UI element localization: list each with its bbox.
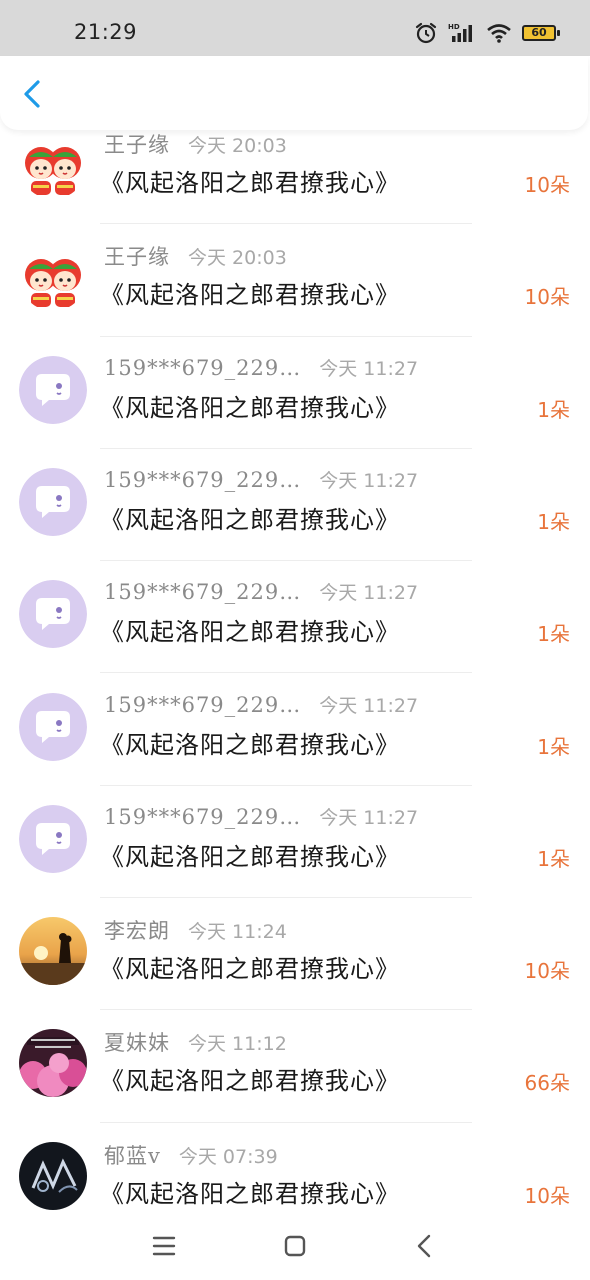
row-meta: 王子缘 今天 20:03 (104, 129, 287, 159)
user-name[interactable]: 王子缘 (104, 129, 170, 159)
home-icon[interactable] (277, 1228, 313, 1264)
gift-amount: 10朵 (524, 173, 570, 197)
avatar[interactable] (19, 355, 87, 424)
svg-text:HD: HD (448, 23, 460, 31)
timestamp: 今天 11:27 (319, 357, 419, 380)
book-title[interactable]: 《风起洛阳之郎君撩我心》 (100, 275, 400, 310)
timestamp: 今天 11:24 (188, 921, 287, 944)
user-name[interactable]: 夏妹妹 (104, 1027, 170, 1057)
row-meta: 李宏朗 今天 11:24 (104, 915, 287, 945)
hd-signal-icon: HD (448, 23, 472, 42)
avatar[interactable] (19, 467, 87, 536)
bottom-nav (0, 1210, 590, 1280)
book-title[interactable]: 《风起洛阳之郎君撩我心》 (100, 388, 400, 423)
book-title[interactable]: 《风起洛阳之郎君撩我心》 (100, 612, 400, 647)
avatar[interactable] (19, 917, 87, 986)
book-title[interactable]: 《风起洛阳之郎君撩我心》 (100, 837, 400, 872)
book-title[interactable]: 《风起洛阳之郎君撩我心》 (100, 500, 400, 535)
battery-icon: 60 (522, 25, 560, 41)
timestamp: 今天 11:27 (319, 469, 419, 492)
user-name[interactable]: 159***679_229… (104, 805, 301, 829)
row-meta: 159***679_229… 今天 11:27 (104, 578, 418, 605)
avatar[interactable] (19, 804, 87, 873)
gift-amount: 1朵 (537, 509, 570, 534)
user-name[interactable]: 159***679_229… (104, 468, 301, 492)
gift-amount: 1朵 (537, 397, 570, 422)
list-item[interactable]: 159***679_229… 今天 11:27 《风起洛阳之郎君撩我心》 1朵 (0, 561, 590, 674)
book-title[interactable]: 《风起洛阳之郎君撩我心》 (100, 1061, 400, 1096)
status-bar: 21:29 HD 60 (0, 0, 590, 56)
app-root: 21:29 HD 60 王子缘 今天 20:03 《风起洛阳之郎君撩我心》 10… (0, 0, 590, 1280)
top-header (0, 56, 588, 130)
gift-amount: 10朵 (524, 959, 570, 984)
gift-amount: 10朵 (524, 1183, 570, 1208)
gift-amount: 1朵 (537, 846, 570, 871)
user-name[interactable]: 郁蓝v (104, 1140, 161, 1170)
list-item[interactable]: 李宏朗 今天 11:24 《风起洛阳之郎君撩我心》 10朵 (0, 898, 590, 1011)
timestamp: 今天 07:39 (178, 1145, 278, 1168)
avatar[interactable] (19, 131, 87, 199)
list-item[interactable]: 159***679_229… 今天 11:27 《风起洛阳之郎君撩我心》 1朵 (0, 449, 590, 562)
menu-icon[interactable] (146, 1228, 182, 1264)
row-meta: 159***679_229… 今天 11:27 (104, 466, 418, 493)
row-meta: 159***679_229… 今天 11:27 (104, 691, 418, 718)
list-item[interactable]: 159***679_229… 今天 11:27 《风起洛阳之郎君撩我心》 1朵 (0, 674, 590, 786)
avatar[interactable] (19, 243, 87, 312)
gift-amount: 1朵 (537, 734, 570, 759)
timestamp: 今天 20:03 (188, 247, 287, 270)
user-name[interactable]: 159***679_229… (104, 693, 301, 717)
chevron-left-icon[interactable] (14, 74, 54, 114)
user-name[interactable]: 李宏朗 (104, 915, 170, 945)
timestamp: 今天 11:12 (188, 1033, 287, 1056)
list-item[interactable]: 王子缘 今天 20:03 《风起洛阳之郎君撩我心》 10朵 (0, 224, 590, 337)
row-meta: 夏妹妹 今天 11:12 (104, 1027, 287, 1057)
status-time: 21:29 (74, 20, 138, 44)
gift-amount: 10朵 (524, 285, 570, 310)
back-icon[interactable] (408, 1228, 444, 1264)
book-title[interactable]: 《风起洛阳之郎君撩我心》 (100, 949, 400, 984)
row-meta: 159***679_229… 今天 11:27 (104, 803, 418, 830)
row-meta: 159***679_229… 今天 11:27 (104, 354, 418, 381)
timestamp: 今天 11:27 (319, 582, 419, 605)
book-title[interactable]: 《风起洛阳之郎君撩我心》 (100, 163, 400, 198)
row-meta: 王子缘 今天 20:03 (104, 241, 287, 271)
user-name[interactable]: 159***679_229… (104, 580, 301, 604)
wifi-icon (487, 24, 511, 43)
timestamp: 今天 11:27 (319, 806, 419, 829)
row-meta: 郁蓝v 今天 07:39 (104, 1140, 278, 1170)
timestamp: 今天 20:03 (188, 135, 287, 157)
avatar[interactable] (19, 580, 87, 649)
avatar[interactable] (19, 1029, 87, 1098)
user-name[interactable]: 159***679_229… (104, 356, 301, 380)
battery-level: 60 (531, 26, 547, 39)
user-name[interactable]: 王子缘 (104, 241, 170, 271)
gift-amount: 66朵 (524, 1071, 570, 1096)
timestamp: 今天 11:27 (319, 694, 419, 717)
book-title[interactable]: 《风起洛阳之郎君撩我心》 (100, 1174, 400, 1209)
gift-amount: 1朵 (537, 622, 570, 647)
alarm-icon (415, 22, 437, 44)
avatar[interactable] (19, 692, 87, 761)
book-title[interactable]: 《风起洛阳之郎君撩我心》 (100, 725, 400, 760)
list-item[interactable]: 夏妹妹 今天 11:12 《风起洛阳之郎君撩我心》 66朵 (0, 1010, 590, 1123)
list-item[interactable]: 159***679_229… 今天 11:27 《风起洛阳之郎君撩我心》 1朵 (0, 337, 590, 449)
avatar[interactable] (19, 1141, 87, 1210)
list-item[interactable]: 159***679_229… 今天 11:27 《风起洛阳之郎君撩我心》 1朵 (0, 786, 590, 899)
status-icons: HD 60 (414, 18, 560, 48)
